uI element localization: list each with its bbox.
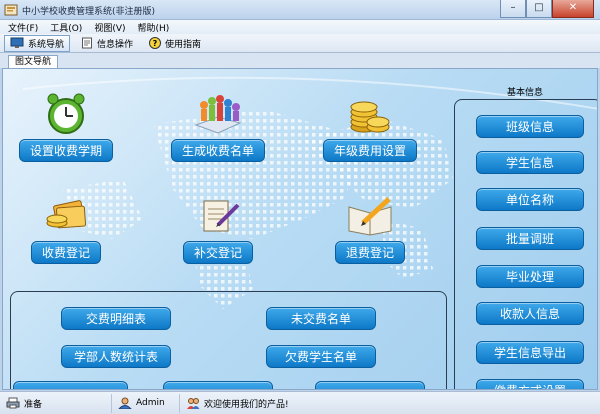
status-ready: 准备: [0, 393, 112, 413]
user-icon: [118, 397, 132, 409]
feature-supplement: 补交登记: [163, 189, 273, 264]
help-icon: ?: [149, 37, 162, 49]
status-bar: 准备 Admin 欢迎使用我们的产品!: [0, 391, 600, 414]
coins-icon: [344, 87, 396, 139]
status-user-label: Admin: [136, 398, 165, 408]
menu-help[interactable]: 帮助(H): [138, 21, 170, 34]
maximize-button[interactable]: □: [526, 0, 552, 18]
gen-list-button[interactable]: 生成收费名单: [170, 139, 265, 162]
grade-fee-button[interactable]: 年级费用设置: [322, 139, 417, 162]
status-ready-label: 准备: [24, 399, 43, 410]
feature-grade-fee: 年级费用设置: [315, 87, 425, 162]
scroll-icon: [192, 189, 244, 241]
money-wallet-icon: [40, 189, 92, 241]
batch-transfer-button[interactable]: 批量调班: [476, 227, 584, 250]
unit-name-button[interactable]: 单位名称: [476, 188, 584, 211]
payment-method-button[interactable]: 缴费方式设置: [476, 379, 584, 389]
svg-text:?: ?: [153, 39, 158, 48]
system-nav-label: 系统导航: [28, 39, 65, 50]
people-icon: [187, 398, 200, 409]
menu-bar: 文件(F) 工具(O) 视图(V) 帮助(H): [0, 20, 600, 34]
tab-strip: 图文导航: [0, 53, 600, 69]
fee-detail-button[interactable]: 交费明细表: [61, 307, 171, 330]
document-icon: [82, 37, 93, 49]
monitor-icon: [10, 37, 24, 48]
printer-icon: [6, 397, 20, 409]
report-button-partial-3[interactable]: [315, 381, 425, 389]
status-welcome: 欢迎使用我们的产品!: [180, 394, 295, 413]
feature-register: 收费登记: [11, 189, 121, 264]
alarm-clock-icon: [40, 87, 92, 139]
user-guide-button[interactable]: ? 使用指南: [144, 35, 206, 52]
graduation-button[interactable]: 毕业处理: [476, 265, 584, 288]
menu-file[interactable]: 文件(F): [8, 21, 38, 34]
basic-info-title: 基本信息: [507, 88, 544, 98]
minimize-button[interactable]: –: [500, 0, 526, 18]
title-bar: 中小学校收费管理系统(非注册版) – □ ✕: [0, 0, 600, 20]
menu-view[interactable]: 视图(V): [94, 21, 125, 34]
feature-set-term: 设置收费学期: [11, 87, 121, 162]
report-button-partial-1[interactable]: [13, 381, 128, 389]
feature-refund: 退费登记: [315, 189, 425, 264]
refund-button[interactable]: 退费登记: [334, 241, 405, 264]
info-ops-button[interactable]: 信息操作: [76, 35, 138, 52]
close-button[interactable]: ✕: [552, 0, 594, 18]
system-nav-button[interactable]: 系统导航: [4, 34, 71, 52]
report-button-partial-2[interactable]: [163, 381, 273, 389]
info-ops-label: 信息操作: [97, 39, 134, 50]
unpaid-list-button[interactable]: 未交费名单: [266, 307, 376, 330]
register-button[interactable]: 收费登记: [30, 241, 101, 264]
toolbar: 系统导航 信息操作 ? 使用指南: [0, 34, 600, 53]
payee-info-button[interactable]: 收款人信息: [476, 302, 584, 325]
app-icon: [4, 4, 18, 16]
dept-stats-button[interactable]: 学部人数统计表: [61, 345, 171, 368]
reports-panel: [10, 291, 447, 389]
class-info-button[interactable]: 班级信息: [476, 115, 584, 138]
set-term-button[interactable]: 设置收费学期: [18, 139, 113, 162]
status-user: Admin: [112, 393, 180, 413]
graphic-nav-panel: 设置收费学期 生成收费名单 年级费用设置 收费登记 补交登记 退费登记 交费明细…: [2, 68, 598, 390]
menu-tools[interactable]: 工具(O): [50, 21, 82, 34]
supplement-button[interactable]: 补交登记: [182, 241, 253, 264]
user-guide-label: 使用指南: [165, 39, 202, 50]
student-export-button[interactable]: 学生信息导出: [476, 341, 584, 364]
owing-list-button[interactable]: 欠费学生名单: [266, 345, 376, 368]
window-title: 中小学校收费管理系统(非注册版): [22, 7, 156, 17]
feature-gen-list: 生成收费名单: [163, 87, 273, 162]
people-chart-icon: [192, 87, 244, 139]
window-controls: – □ ✕: [500, 0, 594, 18]
notebook-pencil-icon: [344, 189, 396, 241]
status-welcome-label: 欢迎使用我们的产品!: [204, 399, 289, 410]
student-info-button[interactable]: 学生信息: [476, 151, 584, 174]
tab-graphic-nav[interactable]: 图文导航: [8, 55, 59, 69]
